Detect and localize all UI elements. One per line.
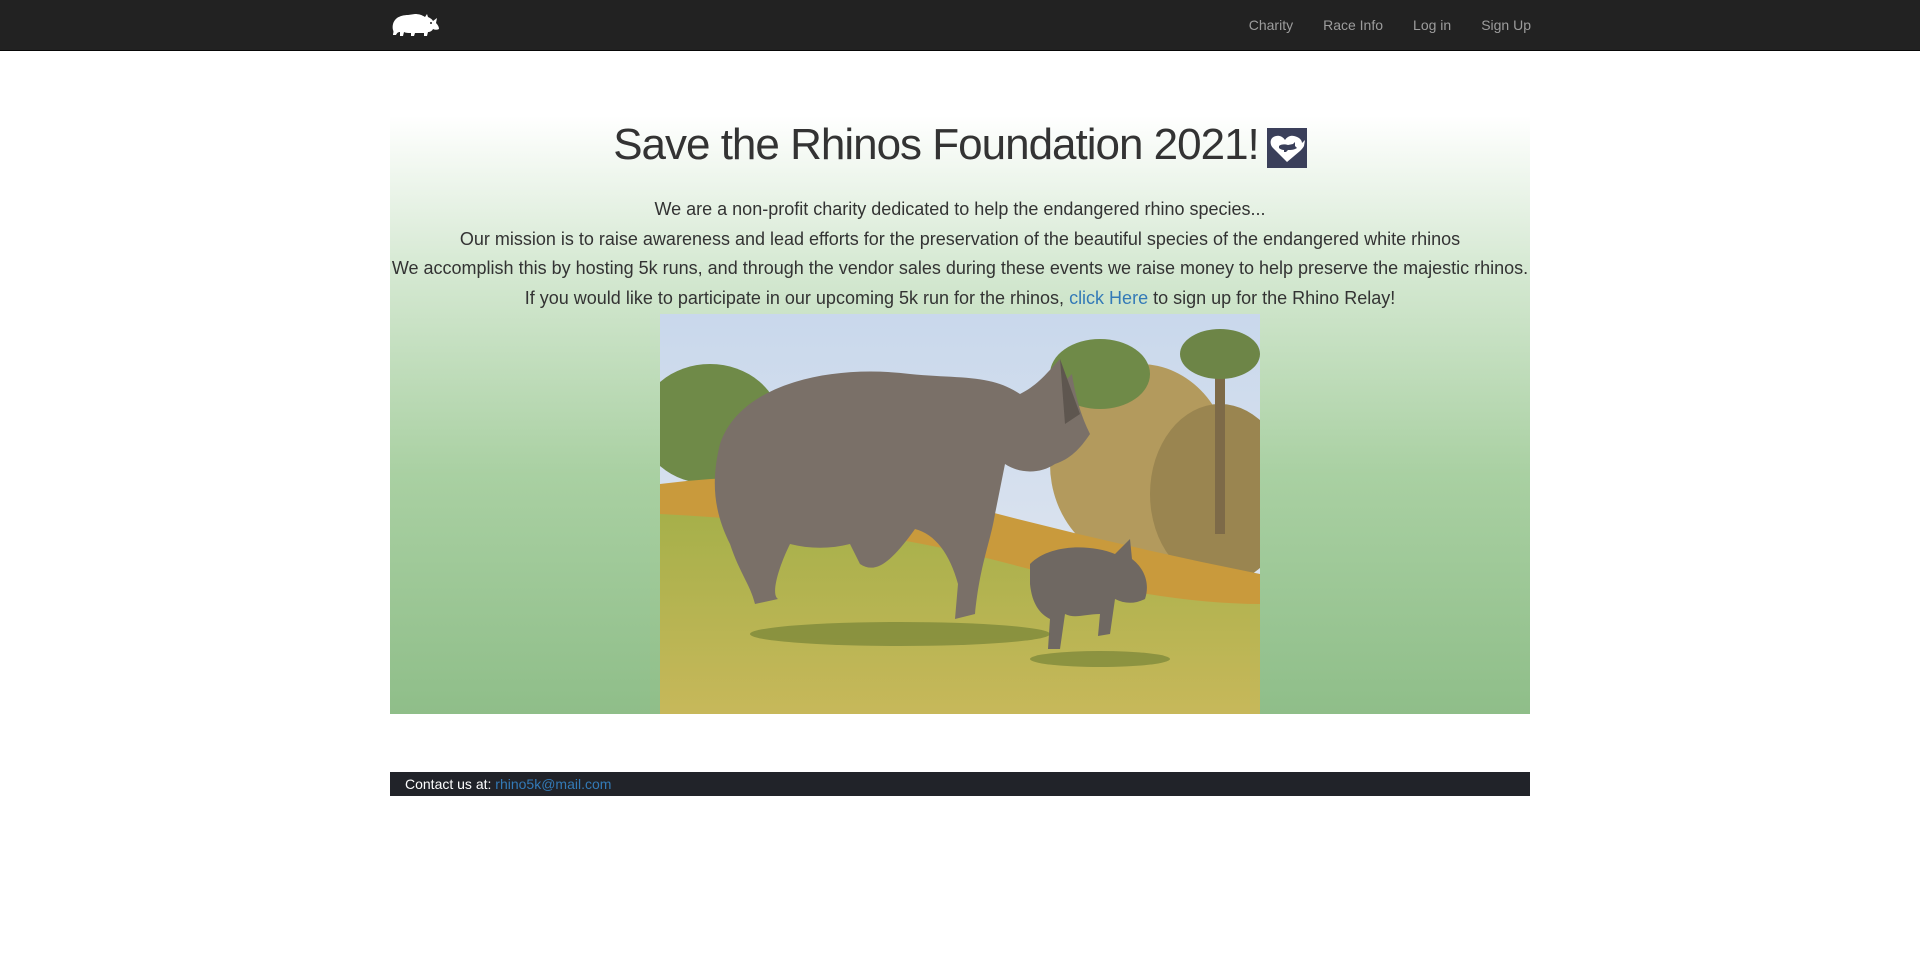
signup-line: If you would like to participate in our … xyxy=(390,284,1530,314)
nav-links: Charity Race Info Log in Sign Up xyxy=(1234,0,1546,50)
rhino-mother-and-calf-photo xyxy=(660,314,1260,714)
signup-text-after: to sign up for the Rhino Relay! xyxy=(1148,287,1396,308)
mission-line: We are a non-profit charity dedicated to… xyxy=(654,199,1266,219)
page-title-text: Save the Rhinos Foundation 2021! xyxy=(613,120,1260,169)
footer-contact-label: Contact us at: xyxy=(405,776,496,792)
nav-link-race-info[interactable]: Race Info xyxy=(1308,0,1398,50)
hero-section: Save the Rhinos Foundation 2021! We are … xyxy=(390,116,1530,714)
mission-text: We are a non-profit charity dedicated to… xyxy=(390,195,1530,313)
heart-rhino-icon xyxy=(1266,128,1307,168)
nav-link-sign-up[interactable]: Sign Up xyxy=(1466,0,1546,50)
mission-line: Our mission is to raise awareness and le… xyxy=(459,228,1461,249)
signup-link[interactable]: click Here xyxy=(1069,288,1148,308)
navbar: Charity Race Info Log in Sign Up xyxy=(0,0,1920,51)
page-title: Save the Rhinos Foundation 2021! xyxy=(390,119,1530,171)
nav-link-log-in[interactable]: Log in xyxy=(1398,0,1466,50)
footer: Contact us at: rhino5k@mail.com xyxy=(390,772,1530,796)
footer-email-link[interactable]: rhino5k@mail.com xyxy=(495,776,611,792)
rhino-logo-icon[interactable] xyxy=(389,8,441,38)
mission-line: We accomplish this by hosting 5k runs, a… xyxy=(391,258,1529,279)
nav-link-charity[interactable]: Charity xyxy=(1234,0,1308,50)
signup-text-before: If you would like to participate in our … xyxy=(524,287,1070,308)
